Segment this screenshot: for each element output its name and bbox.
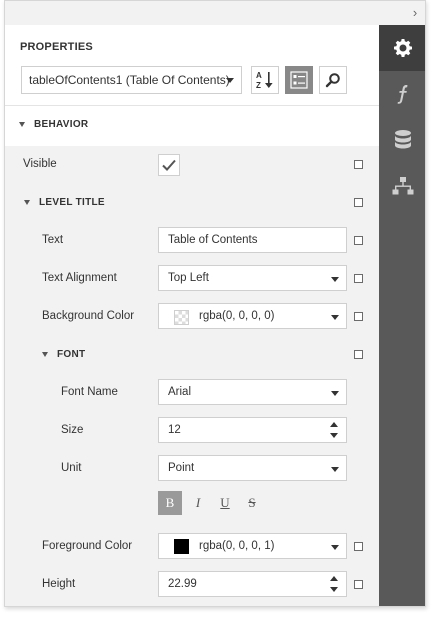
property-label: Text [42,234,64,246]
property-row-visible: Visible [5,146,379,184]
level-title-section-row: LEVEL TITLE [5,184,379,222]
level-title-header-label: LEVEL TITLE [39,197,105,208]
chevron-down-icon [226,78,234,83]
property-row-text: Text Table of Contents [5,222,379,260]
property-row-text-alignment: Text Alignment Top Left [5,260,379,298]
database-icon [395,130,411,149]
checkmark-icon [162,159,176,171]
property-row-foreground-color: Foreground Color rgba(0, 0, 0, 1) [5,528,379,566]
property-label: Visible [23,158,57,170]
behavior-header-label: BEHAVIOR [34,119,89,130]
spinner-arrows-icon[interactable] [330,422,339,438]
height-value: 22.99 [168,578,197,590]
font-section-header[interactable]: FONT [42,349,85,360]
property-row-font-name: Font Name Arial [5,374,379,412]
property-label: Font Name [61,386,118,398]
font-size-spinner[interactable]: 12 [158,417,347,443]
property-label: Height [42,578,76,590]
collapse-triangle-icon [19,122,25,127]
reset-marker[interactable] [354,198,363,207]
background-color-picker[interactable]: rgba(0, 0, 0, 0) [158,303,347,329]
property-row-font-size: Size 12 [5,412,379,450]
property-row-background-color: Background Color rgba(0, 0, 0, 0) [5,298,379,336]
color-swatch [174,310,189,325]
reset-marker[interactable] [354,236,363,245]
tab-data-source[interactable] [379,117,425,163]
tab-report-explorer[interactable] [379,163,425,209]
collapse-triangle-icon [24,200,30,205]
divider [5,105,379,106]
categories-toggle-button[interactable] [285,66,313,94]
visible-checkbox[interactable] [158,154,180,176]
chevron-down-icon [331,545,339,550]
object-selector[interactable]: tableOfContents1 (Table Of Contents) [21,66,242,94]
reset-marker[interactable] [354,580,363,589]
behavior-section-header[interactable]: BEHAVIOR [19,119,88,130]
property-label: Foreground Color [42,540,133,552]
reset-marker[interactable] [354,160,363,169]
hierarchy-icon [392,177,414,195]
reset-marker[interactable] [354,542,363,551]
text-alignment-select[interactable]: Top Left [158,265,347,291]
chevron-down-icon [331,467,339,472]
reset-marker[interactable] [354,350,363,359]
property-label: Unit [61,462,82,474]
text-input-value: Table of Contents [168,234,258,246]
search-icon [325,73,340,88]
sort-alphabetically-button[interactable]: A Z [251,66,279,94]
chevron-down-icon [331,277,339,282]
spinner-arrows-icon[interactable] [330,576,339,592]
panel-title: PROPERTIES [20,41,93,53]
categories-icon [290,71,308,89]
property-label: Size [61,424,84,436]
text-input[interactable]: Table of Contents [158,227,347,253]
font-header-label: FONT [57,349,86,360]
side-tab-bar [379,25,425,606]
font-size-value: 12 [168,424,181,436]
font-name-value: Arial [168,386,192,398]
font-unit-value: Point [168,462,195,474]
svg-text:A: A [256,71,262,80]
level-title-section-header[interactable]: LEVEL TITLE [24,197,105,208]
properties-content: PROPERTIES tableOfContents1 (Table Of Co… [5,25,379,606]
function-icon [397,85,408,104]
property-label: Text Alignment [42,272,117,284]
collapse-chevron-icon[interactable]: › [407,5,423,21]
property-row-height: Height 22.99 [5,566,379,604]
underline-button[interactable]: U [213,491,237,515]
properties-panel: › PROPERTIES tableOfContents1 (Table Of … [4,0,426,607]
property-label: Background Color [42,310,135,322]
font-style-row: B I U S [5,491,379,521]
italic-button[interactable]: I [186,491,210,515]
strikeout-button[interactable]: S [240,491,264,515]
tab-properties[interactable] [379,25,425,71]
object-selector-value: tableOfContents1 (Table Of Contents) [29,73,230,87]
foreground-color-value: rgba(0, 0, 0, 1) [199,540,275,552]
foreground-color-picker[interactable]: rgba(0, 0, 0, 1) [158,533,347,559]
font-section-row: FONT [5,336,379,374]
reset-marker[interactable] [354,312,363,321]
color-swatch [174,539,189,554]
font-unit-select[interactable]: Point [158,455,347,481]
text-alignment-value: Top Left [168,272,209,284]
chevron-down-icon [331,315,339,320]
tab-expressions[interactable] [379,71,425,117]
bold-button[interactable]: B [158,491,182,515]
reset-marker[interactable] [354,274,363,283]
panel-top-bar: › [5,1,425,25]
font-name-select[interactable]: Arial [158,379,347,405]
collapse-triangle-icon [42,352,48,357]
search-button[interactable] [319,66,347,94]
background-color-value: rgba(0, 0, 0, 0) [199,310,275,322]
sort-alpha-icon: A Z [256,71,273,90]
chevron-down-icon [331,391,339,396]
svg-text:Z: Z [256,81,261,90]
property-row-font-unit: Unit Point [5,450,379,488]
gear-icon [394,39,412,57]
property-grid: Visible LEVEL TITLE Text Table of Conten… [5,146,379,606]
height-spinner[interactable]: 22.99 [158,571,347,597]
